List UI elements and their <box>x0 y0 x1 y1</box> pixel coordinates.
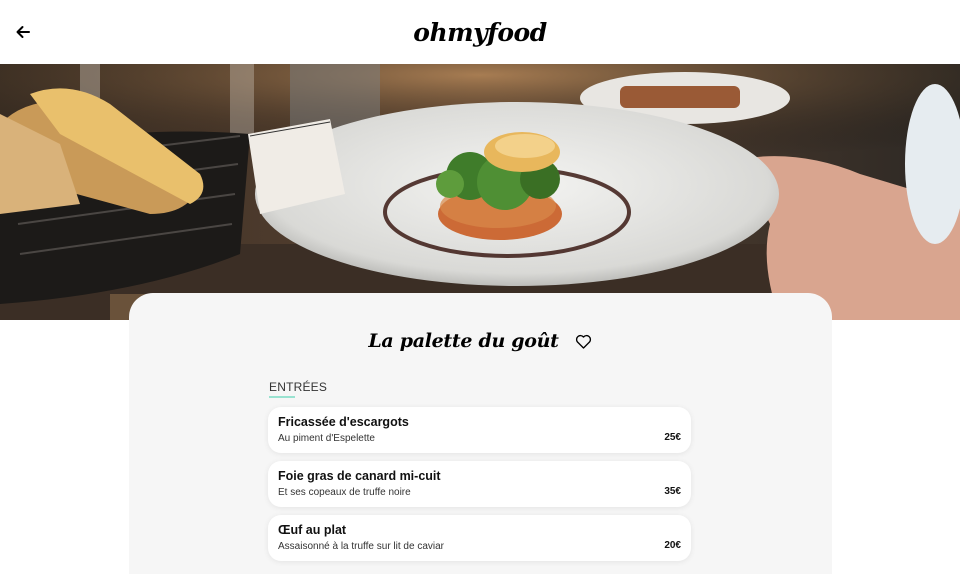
dish-card[interactable]: Foie gras de canard mi-cuit Et ses copea… <box>268 461 691 507</box>
dish-price: 25€ <box>664 432 681 443</box>
arrow-left-icon <box>16 26 30 38</box>
section-title: ENTRÉES <box>269 380 328 394</box>
header: ohmyfood <box>0 0 960 64</box>
dish-card[interactable]: Œuf au plat Assaisonné à la truffe sur l… <box>268 515 691 561</box>
title-row: La palette du goût <box>129 321 832 361</box>
logo[interactable]: ohmyfood <box>413 18 547 47</box>
dish-price: 35€ <box>664 486 681 497</box>
favorite-button[interactable] <box>575 332 593 350</box>
dish-card[interactable]: Fricassée d'escargots Au piment d'Espele… <box>268 407 691 453</box>
section-underline <box>269 396 295 398</box>
restaurant-page: ohmyfood La palette du goût ENTRÉES Fric… <box>0 0 960 574</box>
dish-name: Fricassée d'escargots <box>278 415 409 429</box>
back-button[interactable] <box>12 21 34 43</box>
dish-name: Œuf au plat <box>278 523 347 537</box>
dish-name: Foie gras de canard mi-cuit <box>278 469 441 483</box>
dish-description: Assaisonné à la truffe sur lit de caviar <box>278 541 445 552</box>
hero-image <box>0 64 960 320</box>
restaurant-title: La palette du goût <box>368 330 559 352</box>
dish-price: 20€ <box>664 540 681 551</box>
dish-description: Au piment d'Espelette <box>278 433 375 444</box>
dish-description: Et ses copeaux de truffe noire <box>278 487 411 498</box>
restaurant-card: La palette du goût ENTRÉES Fricassée d'e… <box>129 293 832 574</box>
heart-outline-icon <box>575 334 591 349</box>
